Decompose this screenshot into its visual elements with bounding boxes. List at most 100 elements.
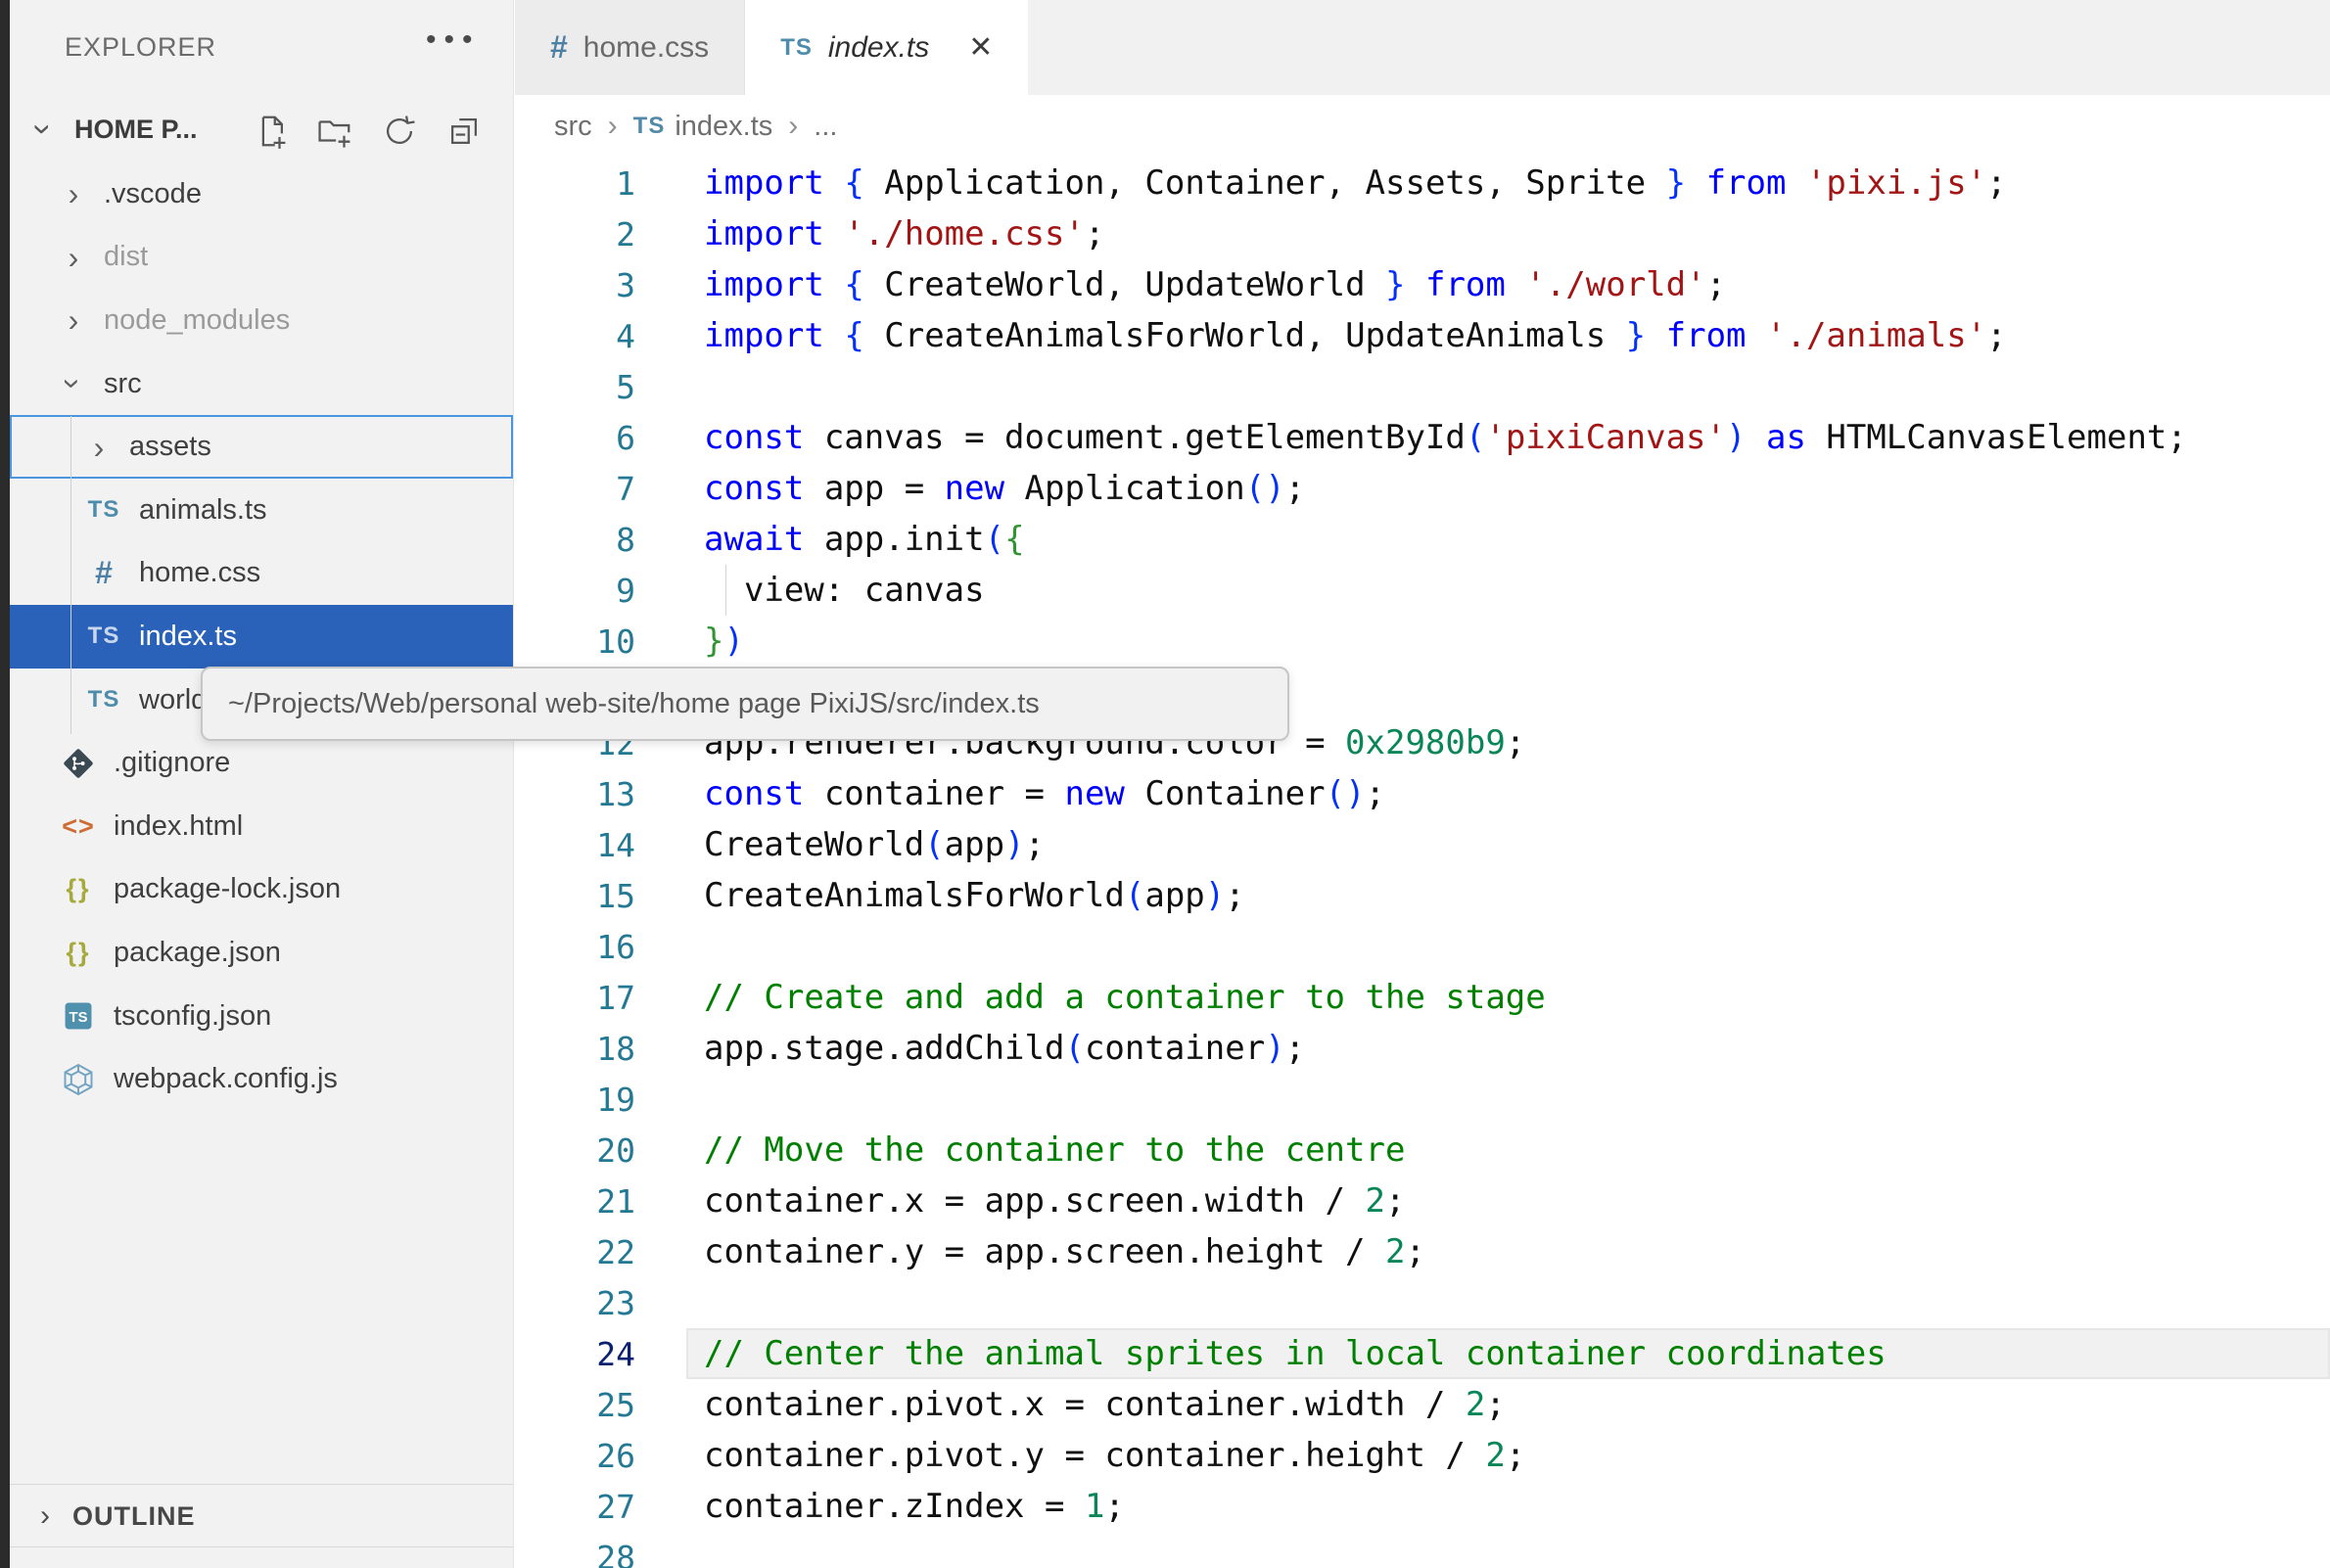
tree-item--gitignore[interactable]: .gitignore xyxy=(10,731,513,795)
tree-item-webpack-config-js[interactable]: webpack.config.js xyxy=(10,1047,513,1111)
line-content: CreateAnimalsForWorld(app); xyxy=(635,876,1245,915)
line-number[interactable]: 2 xyxy=(515,215,635,254)
svg-text:TS: TS xyxy=(70,1010,88,1026)
code-line-21[interactable]: 21container.x = app.screen.width / 2; xyxy=(515,1176,2330,1226)
line-number[interactable]: 22 xyxy=(515,1233,635,1271)
line-number[interactable]: 21 xyxy=(515,1182,635,1221)
line-number[interactable]: 17 xyxy=(515,979,635,1017)
refresh-button[interactable] xyxy=(378,110,421,153)
code-line-27[interactable]: 27container.zIndex = 1; xyxy=(515,1481,2330,1532)
code-line-18[interactable]: 18app.stage.addChild(container); xyxy=(515,1023,2330,1074)
code-line-8[interactable]: 8await app.init({ xyxy=(515,514,2330,565)
more-actions-icon[interactable]: ••• xyxy=(426,23,481,57)
tree-item-animals-ts[interactable]: TSanimals.ts xyxy=(10,479,513,542)
tree-item-node-modules[interactable]: ›node_modules xyxy=(10,289,513,352)
code-line-3[interactable]: 3import { CreateWorld, UpdateWorld } fro… xyxy=(515,259,2330,310)
code-line-15[interactable]: 15CreateAnimalsForWorld(app); xyxy=(515,870,2330,921)
line-number[interactable]: 5 xyxy=(515,368,635,406)
code-line-7[interactable]: 7const app = new Application(); xyxy=(515,463,2330,514)
line-number[interactable]: 28 xyxy=(515,1539,635,1568)
line-content: import { CreateAnimalsForWorld, UpdateAn… xyxy=(635,316,2007,355)
line-number[interactable]: 16 xyxy=(515,928,635,966)
code-line-5[interactable]: 5 xyxy=(515,361,2330,412)
line-number[interactable]: 8 xyxy=(515,521,635,559)
line-number[interactable]: 6 xyxy=(515,419,635,457)
timeline-section[interactable]: › TIMELINE xyxy=(10,1546,513,1568)
line-number[interactable]: 3 xyxy=(515,266,635,304)
line-number[interactable]: 19 xyxy=(515,1081,635,1119)
line-number[interactable]: 9 xyxy=(515,572,635,610)
code-line-19[interactable]: 19 xyxy=(515,1074,2330,1125)
line-number[interactable]: 15 xyxy=(515,877,635,915)
ts-file-icon: TS xyxy=(88,623,120,650)
code-line-28[interactable]: 28 xyxy=(515,1532,2330,1568)
code-line-24[interactable]: 24// Center the animal sprites in local … xyxy=(515,1328,2330,1379)
code-line-17[interactable]: 17// Create and add a container to the s… xyxy=(515,972,2330,1023)
tree-item-dist[interactable]: ›dist xyxy=(10,226,513,290)
collapse-all-button[interactable] xyxy=(443,110,486,153)
code-line-6[interactable]: 6const canvas = document.getElementById(… xyxy=(515,412,2330,463)
line-number[interactable]: 24 xyxy=(515,1335,635,1373)
code-line-10[interactable]: 10}) xyxy=(515,616,2330,667)
line-number[interactable]: 26 xyxy=(515,1437,635,1475)
line-content: import './home.css'; xyxy=(635,214,1104,254)
tree-item-package-json[interactable]: {}package.json xyxy=(10,921,513,985)
tree-item-package-lock-json[interactable]: {}package-lock.json xyxy=(10,858,513,922)
code-line-20[interactable]: 20// Move the container to the centre xyxy=(515,1125,2330,1176)
line-number[interactable]: 7 xyxy=(515,470,635,508)
new-file-button[interactable] xyxy=(249,110,292,153)
tree-item-tsconfig-json[interactable]: TStsconfig.json xyxy=(10,985,513,1048)
chevron-down-icon[interactable]: › xyxy=(58,363,89,404)
line-number[interactable]: 25 xyxy=(515,1386,635,1424)
code-line-22[interactable]: 22container.y = app.screen.height / 2; xyxy=(515,1226,2330,1277)
chevron-right-icon[interactable]: › xyxy=(78,432,119,463)
line-content: container.zIndex = 1; xyxy=(635,1487,1125,1526)
explorer-sidebar: EXPLORER ••• › HOME P... xyxy=(10,0,514,1568)
close-icon[interactable]: ✕ xyxy=(968,30,993,65)
chevron-down-icon[interactable]: › xyxy=(23,112,63,147)
tab-home-css[interactable]: # home.css xyxy=(515,0,745,95)
outline-section[interactable]: › OUTLINE xyxy=(10,1484,513,1547)
refresh-icon xyxy=(381,113,418,150)
line-number[interactable]: 1 xyxy=(515,164,635,203)
code-line-9[interactable]: 9 view: canvas xyxy=(515,565,2330,616)
line-number[interactable]: 14 xyxy=(515,826,635,864)
tree-item-home-css[interactable]: #home.css xyxy=(10,542,513,606)
breadcrumb-ellipsis[interactable]: ... xyxy=(814,111,837,143)
line-content: // Move the container to the centre xyxy=(635,1130,1405,1170)
css-file-icon: # xyxy=(550,29,568,66)
line-content: const container = new Container(); xyxy=(635,774,1385,813)
code-line-14[interactable]: 14CreateWorld(app); xyxy=(515,819,2330,870)
code-editor[interactable]: 1import { Application, Container, Assets… xyxy=(515,158,2330,1568)
chevron-right-icon[interactable]: › xyxy=(53,242,94,273)
line-number[interactable]: 13 xyxy=(515,775,635,813)
chevron-right-icon: › xyxy=(25,1499,65,1533)
line-number[interactable]: 18 xyxy=(515,1030,635,1068)
breadcrumb-item-file[interactable]: index.ts xyxy=(675,111,772,143)
line-number[interactable]: 27 xyxy=(515,1488,635,1526)
code-line-26[interactable]: 26container.pivot.y = container.height /… xyxy=(515,1430,2330,1481)
timeline-label: TIMELINE xyxy=(72,1564,204,1568)
line-number[interactable]: 10 xyxy=(515,623,635,661)
line-number[interactable]: 23 xyxy=(515,1284,635,1322)
new-folder-button[interactable] xyxy=(313,110,356,153)
workspace-section-header[interactable]: › HOME P... xyxy=(10,98,513,162)
code-line-13[interactable]: 13const container = new Container(); xyxy=(515,768,2330,819)
code-line-2[interactable]: 2import './home.css'; xyxy=(515,208,2330,259)
code-line-1[interactable]: 1import { Application, Container, Assets… xyxy=(515,158,2330,208)
code-line-16[interactable]: 16 xyxy=(515,921,2330,972)
code-line-4[interactable]: 4import { CreateAnimalsForWorld, UpdateA… xyxy=(515,310,2330,361)
tab-index-ts[interactable]: TS index.ts ✕ xyxy=(745,0,1028,95)
code-line-25[interactable]: 25container.pivot.x = container.width / … xyxy=(515,1379,2330,1430)
chevron-right-icon[interactable]: › xyxy=(53,304,94,336)
breadcrumb-item-src[interactable]: src xyxy=(554,111,592,143)
chevron-right-icon[interactable]: › xyxy=(53,178,94,209)
tree-item--vscode[interactable]: ›.vscode xyxy=(10,162,513,226)
tree-item-index-html[interactable]: <>index.html xyxy=(10,795,513,858)
tree-item-assets[interactable]: ›assets xyxy=(10,415,513,479)
line-number[interactable]: 4 xyxy=(515,317,635,355)
tree-item-index-ts[interactable]: TSindex.ts xyxy=(10,605,513,669)
line-number[interactable]: 20 xyxy=(515,1131,635,1170)
code-line-23[interactable]: 23 xyxy=(515,1277,2330,1328)
tree-item-src[interactable]: ›src xyxy=(10,352,513,416)
